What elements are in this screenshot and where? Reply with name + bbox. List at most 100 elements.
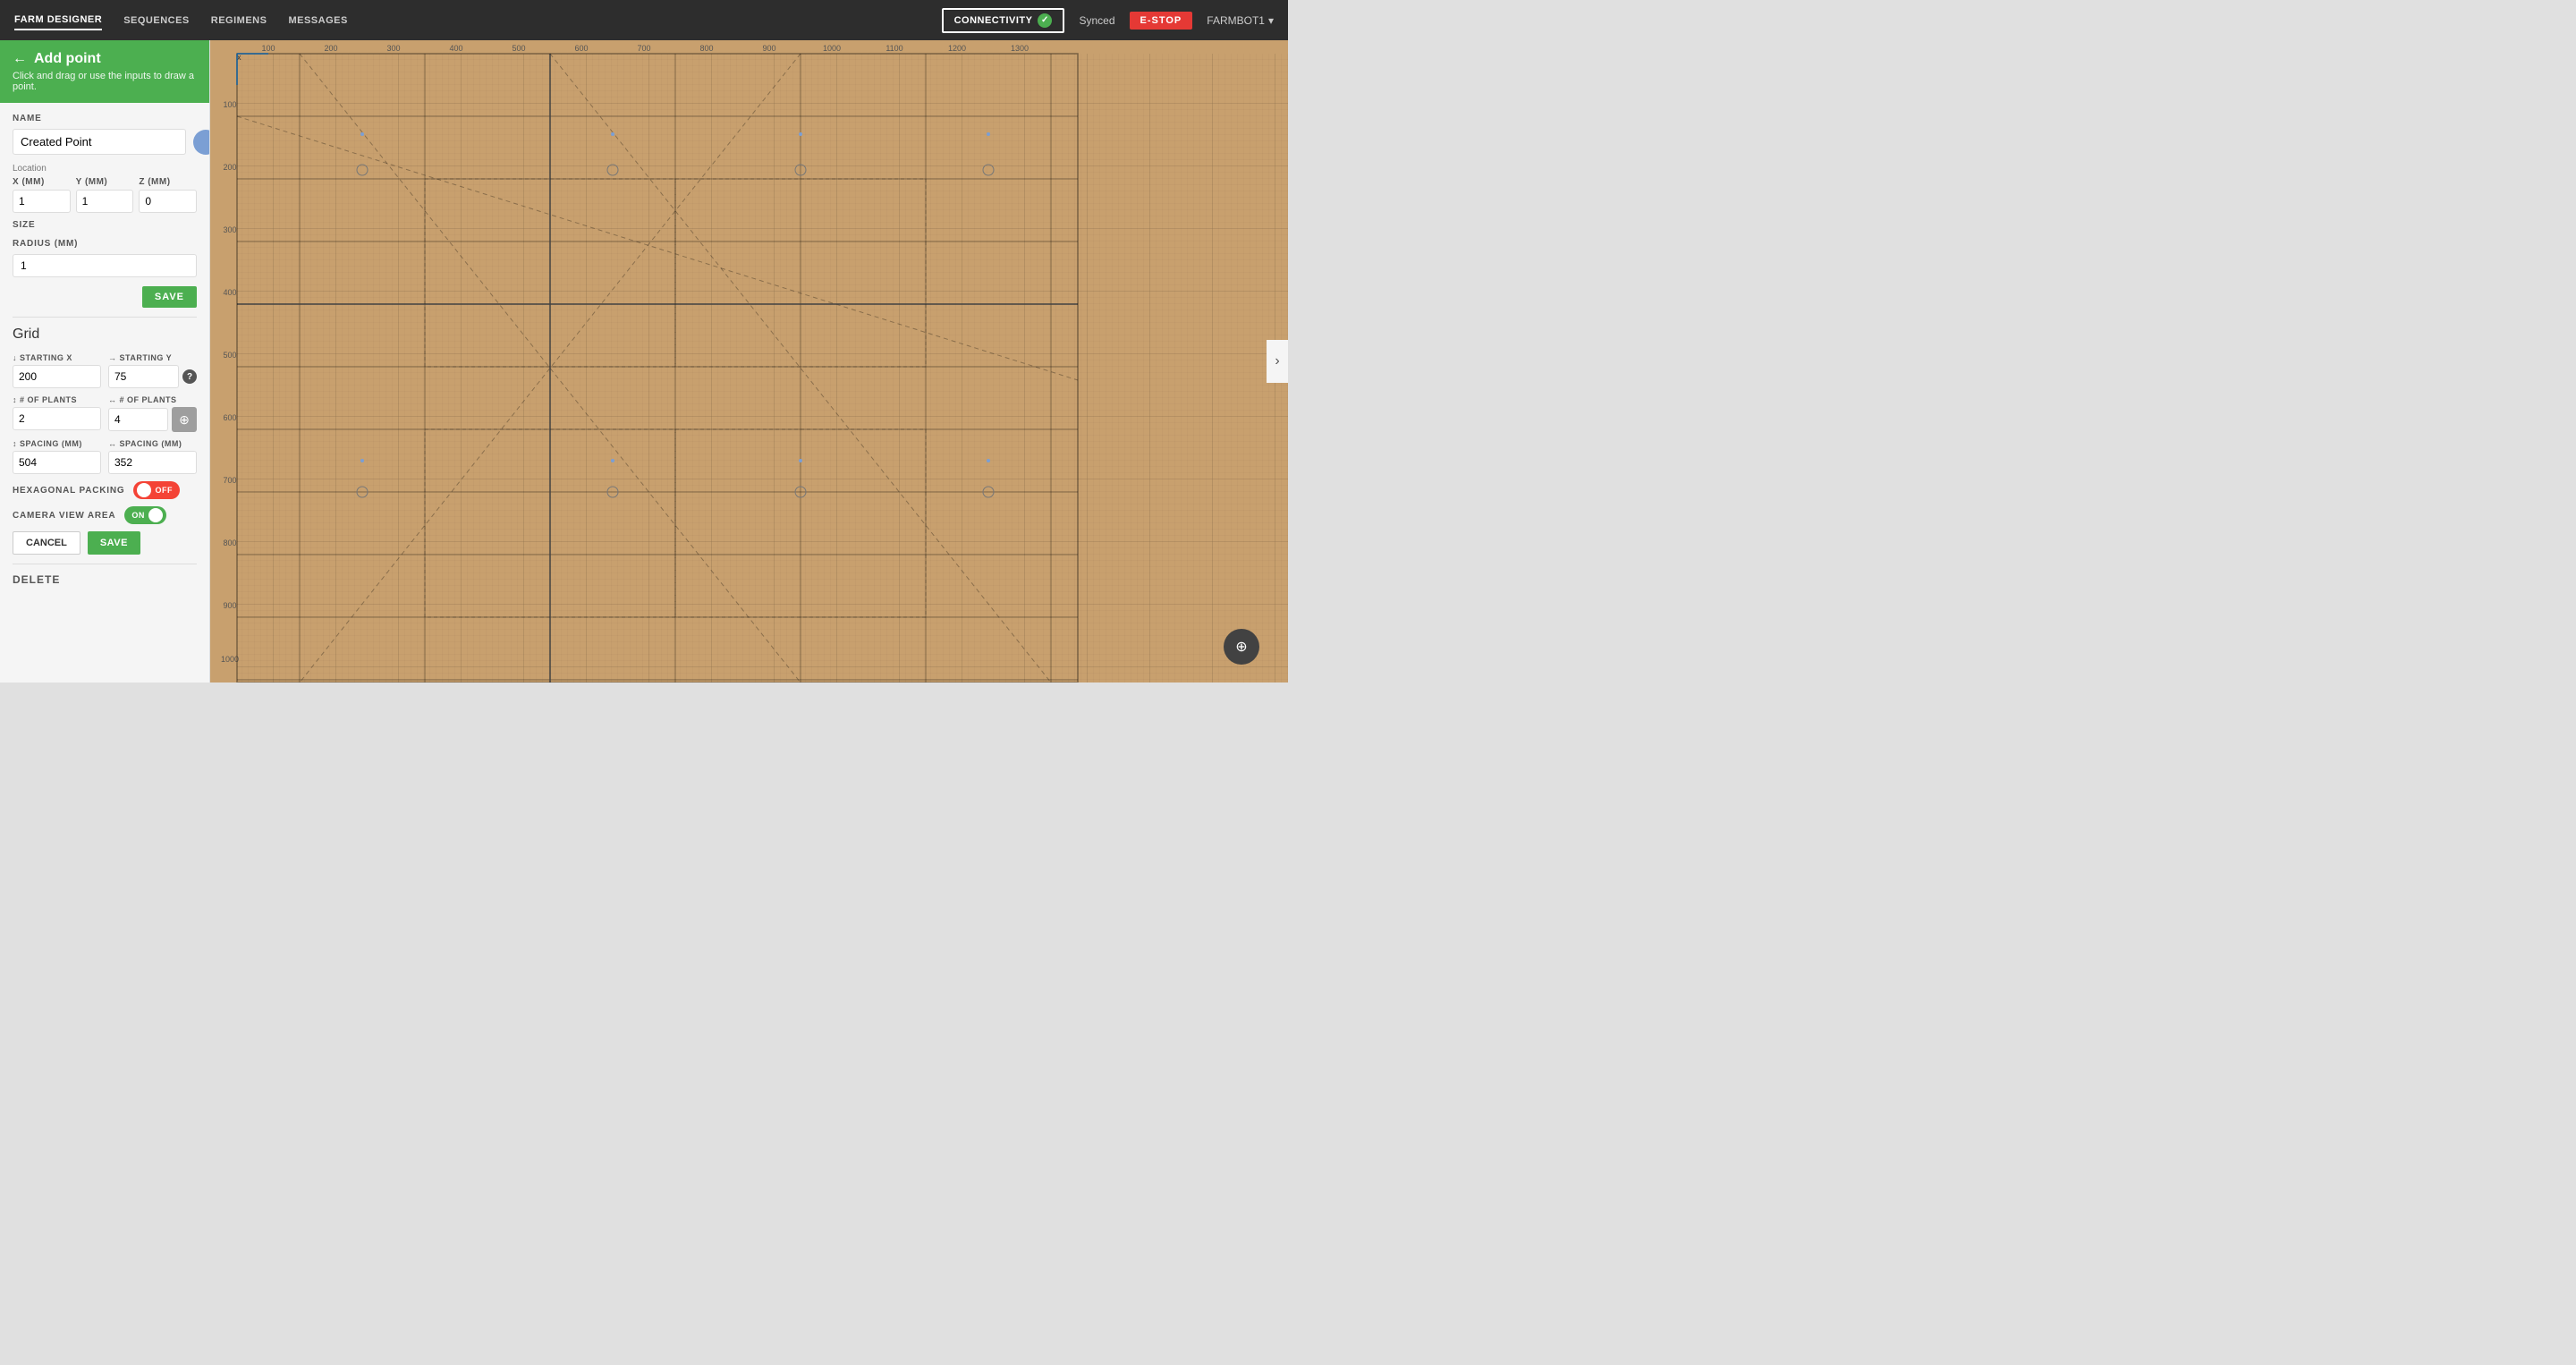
svg-text:100: 100 <box>261 44 275 53</box>
camera-toggle[interactable]: ON <box>124 506 166 524</box>
map-svg: 100 200 300 400 500 600 700 800 900 1000… <box>210 40 1288 682</box>
svg-text:400: 400 <box>223 288 236 297</box>
main-layout: ← Add point Click and drag or use the in… <box>0 40 1288 682</box>
starting-x-group: ↓ STARTING X <box>13 353 101 388</box>
estop-button[interactable]: E-STOP <box>1130 12 1193 30</box>
spacing-y-label: ↕ SPACING (MM) <box>13 439 101 448</box>
svg-text:200: 200 <box>223 163 236 172</box>
arrow-down-x-icon: ↓ <box>13 353 17 362</box>
farmbot-selector[interactable]: FARMBOT1 ▾ <box>1207 14 1274 27</box>
starting-y-input[interactable] <box>108 365 179 388</box>
svg-text:600: 600 <box>574 44 588 53</box>
radius-label: RADIUS (MM) <box>13 239 197 249</box>
svg-text:800: 800 <box>699 44 713 53</box>
camera-label: CAMERA VIEW AREA <box>13 511 115 521</box>
synced-status: Synced <box>1079 14 1114 27</box>
panel-subtitle: Click and drag or use the inputs to draw… <box>13 71 197 92</box>
map-move-icon[interactable]: ⊕ <box>1224 629 1259 665</box>
svg-text:300: 300 <box>386 44 400 53</box>
arrow-leftright2-icon: ↔ <box>108 439 117 448</box>
svg-text:200: 200 <box>324 44 337 53</box>
arrow-leftright-icon: ↔ <box>108 395 117 404</box>
divider-1 <box>13 317 197 318</box>
camera-state: ON <box>131 511 145 520</box>
farmbot-name: FARMBOT1 <box>1207 14 1265 27</box>
svg-text:800: 800 <box>223 538 236 547</box>
name-input[interactable] <box>13 129 186 155</box>
color-picker[interactable] <box>193 130 210 155</box>
y-coord-group: Y (MM) <box>76 177 134 213</box>
delete-label: DELETE <box>13 573 197 586</box>
coords-row: X (MM) Y (MM) Z (MM) <box>13 177 197 213</box>
spacing-x-label: ↔ SPACING (MM) <box>108 439 197 448</box>
panel-header: ← Add point Click and drag or use the in… <box>0 40 209 103</box>
nav-messages[interactable]: MESSAGES <box>288 12 347 30</box>
y-label: Y (MM) <box>76 177 134 187</box>
drag-icon[interactable]: ⊕ <box>172 407 197 432</box>
spacing-y-input[interactable] <box>13 451 101 474</box>
num-plants-y-input[interactable] <box>13 407 101 430</box>
svg-text:600: 600 <box>223 413 236 422</box>
svg-text:1100: 1100 <box>886 44 902 53</box>
hexagonal-knob <box>137 483 151 497</box>
plants-row: ↕ # OF PLANTS ↔ # OF PLANTS ⊕ <box>13 395 197 432</box>
connectivity-check-icon: ✓ <box>1038 13 1052 28</box>
hexagonal-toggle[interactable]: OFF <box>133 481 180 499</box>
num-plants-x-group: ↔ # OF PLANTS ⊕ <box>108 395 197 432</box>
starting-y-group: → STARTING Y ? <box>108 353 197 388</box>
svg-text:100: 100 <box>223 100 236 109</box>
svg-text:700: 700 <box>223 476 236 485</box>
arrow-right-y-icon: → <box>108 353 117 362</box>
y-input[interactable] <box>76 190 134 213</box>
x-coord-group: X (MM) <box>13 177 71 213</box>
back-arrow-icon[interactable]: ← <box>13 51 27 67</box>
z-label: Z (MM) <box>139 177 197 187</box>
panel-header-title-row: ← Add point <box>13 51 197 67</box>
svg-text:1300: 1300 <box>1011 44 1029 53</box>
nav-regimens[interactable]: REGIMENS <box>211 12 267 30</box>
svg-text:900: 900 <box>223 601 236 610</box>
svg-text:700: 700 <box>637 44 650 53</box>
svg-text:400: 400 <box>449 44 462 53</box>
size-label: Size <box>13 220 197 230</box>
starting-x-label: ↓ STARTING X <box>13 353 101 362</box>
save-point-button[interactable]: SAVE <box>142 286 197 308</box>
svg-text:500: 500 <box>223 351 236 360</box>
starting-row: ↓ STARTING X → STARTING Y ? <box>13 353 197 388</box>
z-input[interactable] <box>139 190 197 213</box>
top-navigation: FARM DESIGNER SEQUENCES REGIMENS MESSAGE… <box>0 0 1288 40</box>
form-content: NAME Location X (MM) Y (MM) Z (MM) <box>0 103 209 597</box>
starting-y-label: → STARTING Y <box>108 353 197 362</box>
num-plants-x-input[interactable] <box>108 408 168 431</box>
spacing-x-group: ↔ SPACING (MM) <box>108 439 197 474</box>
x-label: X (MM) <box>13 177 71 187</box>
grid-section-title: Grid <box>13 326 197 343</box>
num-plants-y-group: ↕ # OF PLANTS <box>13 395 101 432</box>
hexagonal-row: HEXAGONAL PACKING OFF <box>13 481 197 499</box>
save-row: SAVE <box>13 286 197 308</box>
connectivity-button[interactable]: CONNECTIVITY ✓ <box>942 8 1065 33</box>
panel-title: Add point <box>34 51 101 67</box>
map-right-arrow[interactable]: › <box>1267 340 1288 383</box>
spacing-x-input[interactable] <box>108 451 197 474</box>
x-input[interactable] <box>13 190 71 213</box>
starting-x-input[interactable] <box>13 365 101 388</box>
location-label: Location <box>13 164 197 174</box>
cancel-button[interactable]: CANCEL <box>13 531 80 555</box>
svg-text:500: 500 <box>512 44 525 53</box>
radius-input[interactable] <box>13 254 197 277</box>
num-plants-x-label: ↔ # OF PLANTS <box>108 395 197 404</box>
name-field-label: NAME <box>13 114 197 123</box>
hexagonal-state: OFF <box>155 486 173 495</box>
svg-text:900: 900 <box>762 44 775 53</box>
help-icon[interactable]: ? <box>182 369 197 384</box>
name-row <box>13 129 197 155</box>
arrow-updown-icon: ↕ <box>13 395 17 404</box>
map-area[interactable]: 100 200 300 400 500 600 700 800 900 1000… <box>210 40 1288 682</box>
nav-farm-designer[interactable]: FARM DESIGNER <box>14 11 102 30</box>
connectivity-label: CONNECTIVITY <box>954 15 1033 26</box>
save-grid-button[interactable]: SAVE <box>88 531 140 555</box>
nav-right-section: CONNECTIVITY ✓ Synced E-STOP FARMBOT1 ▾ <box>942 8 1274 33</box>
svg-text:1000: 1000 <box>823 44 841 53</box>
nav-sequences[interactable]: SEQUENCES <box>123 12 190 30</box>
